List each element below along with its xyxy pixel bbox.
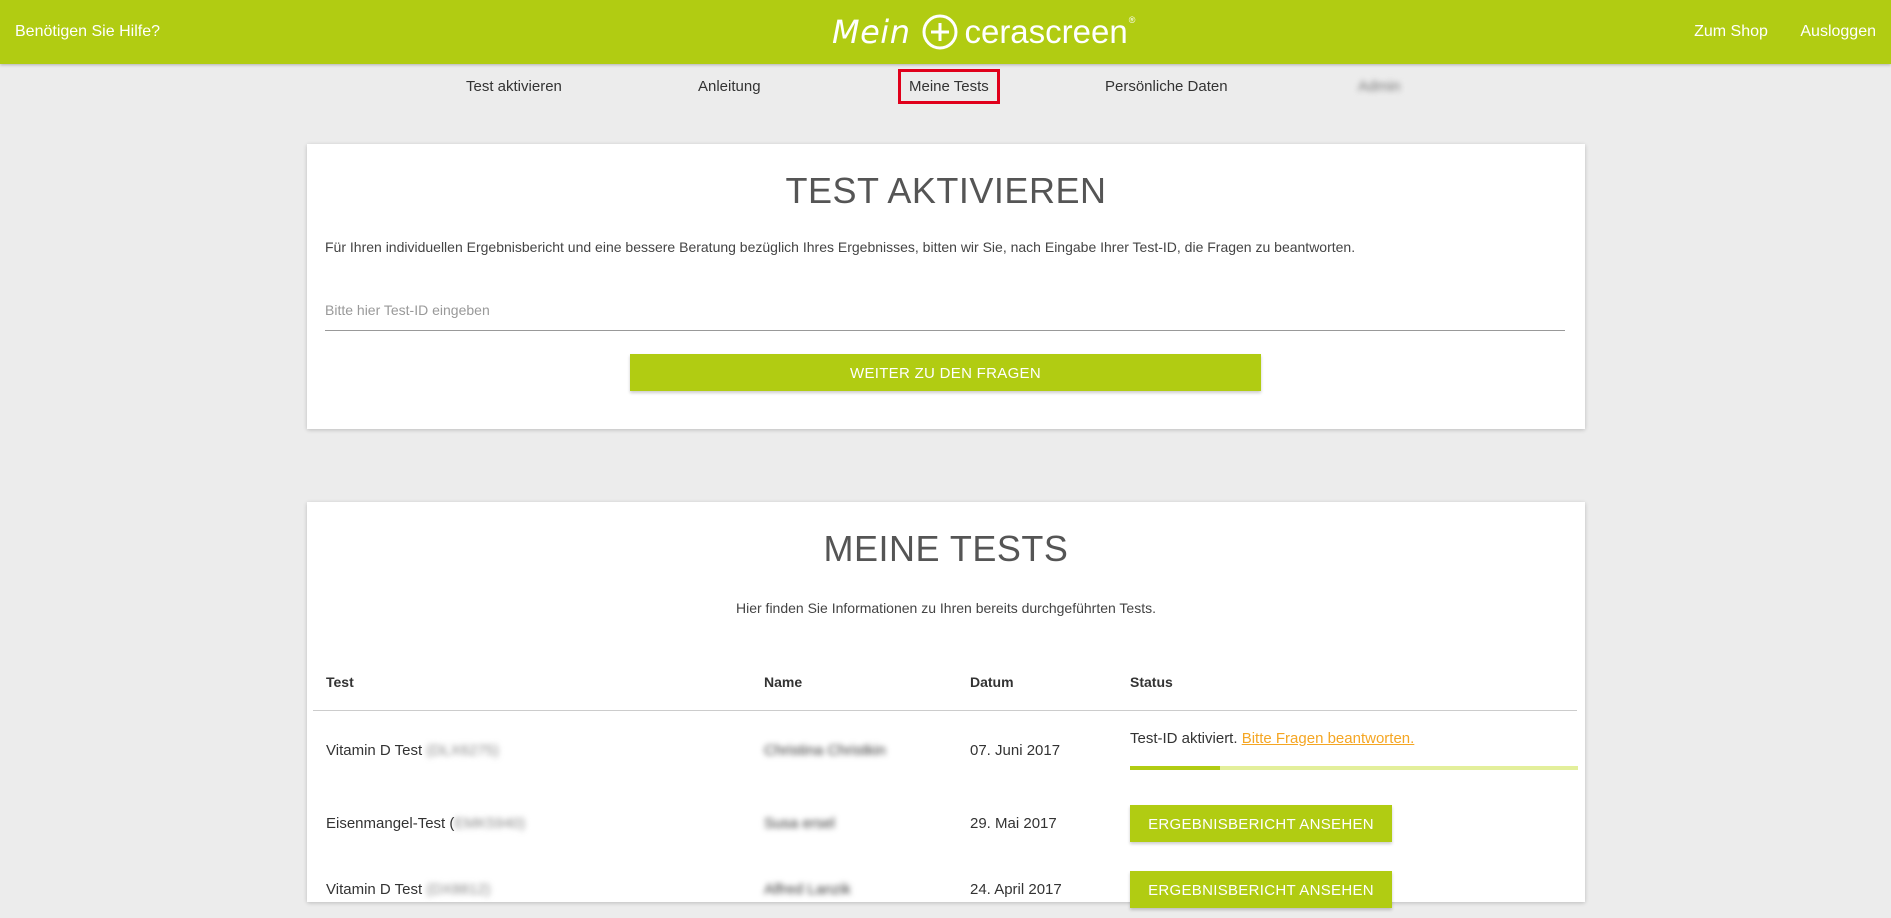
nav-admin[interactable]: Admin	[1358, 78, 1401, 95]
nav-test-aktivieren[interactable]: Test aktivieren	[466, 78, 562, 95]
column-header-datum: Datum	[970, 674, 1014, 690]
test-name-cell: Vitamin D Test (DLX6275)	[326, 742, 499, 759]
test-name: Vitamin D Test	[326, 742, 423, 759]
column-header-status: Status	[1130, 674, 1173, 690]
test-id-blurred: (DLX6275)	[426, 742, 499, 759]
column-header-test: Test	[326, 674, 354, 690]
status-activated-text: Test-ID aktiviert.	[1130, 730, 1238, 747]
person-name-blurred: Alfred Lanzik	[764, 881, 851, 898]
nav-persoenliche-daten[interactable]: Persönliche Daten	[1105, 78, 1228, 95]
table-row: Eisenmangel-Test (EMK5940) Susa ersel 29…	[313, 786, 1577, 852]
test-activate-title: TEST AKTIVIEREN	[785, 170, 1107, 211]
test-date: 24. April 2017	[970, 881, 1062, 898]
view-report-button[interactable]: ERGEBNISBERICHT ANSEHEN	[1130, 871, 1392, 908]
test-name-cell: Vitamin D Test (DX8812)	[326, 881, 491, 898]
my-tests-subtitle: Hier finden Sie Informationen zu Ihren b…	[736, 600, 1156, 616]
test-date: 29. Mai 2017	[970, 815, 1057, 832]
test-activate-card: TEST AKTIVIEREN Für Ihren individuellen …	[307, 144, 1585, 429]
zum-shop-link[interactable]: Zum Shop	[1694, 23, 1768, 40]
tests-table-header: Test Name Datum Status	[313, 674, 1577, 711]
column-header-name: Name	[764, 674, 803, 690]
my-tests-title: MEINE TESTS	[823, 528, 1069, 569]
table-row: Vitamin D Test (DLX6275) Christina Chris…	[313, 720, 1578, 786]
nav-anleitung[interactable]: Anleitung	[698, 78, 761, 95]
questions-progress-fill	[1130, 766, 1220, 770]
logo[interactable]: Mein cerascreen ®	[832, 10, 1135, 54]
logo-mein-text: Mein	[832, 13, 911, 51]
top-bar: Benötigen Sie Hilfe? Mein cerascreen ® Z…	[0, 0, 1891, 64]
test-date: 07. Juni 2017	[970, 742, 1061, 759]
test-id-blurred: (DX8812)	[426, 881, 491, 898]
status-text: Test-ID aktiviert. Bitte Fragen beantwor…	[1130, 730, 1414, 747]
logo-brand-text: cerascreen	[964, 13, 1128, 50]
person-name-blurred: Susa ersel	[764, 815, 835, 832]
answer-questions-link[interactable]: Bitte Fragen beantworten.	[1242, 730, 1415, 747]
logo-plus-icon	[922, 14, 958, 50]
test-name: Eisenmangel-Test (	[326, 815, 455, 832]
help-link[interactable]: Benötigen Sie Hilfe?	[15, 23, 160, 41]
nav-meine-tests[interactable]: Meine Tests	[898, 69, 1000, 104]
questions-progress-bar	[1130, 766, 1578, 770]
logo-registered-mark: ®	[1128, 15, 1136, 25]
person-name-blurred: Christina Christkin	[764, 742, 886, 759]
view-report-button[interactable]: ERGEBNISBERICHT ANSEHEN	[1130, 805, 1392, 842]
test-activate-description: Für Ihren individuellen Ergebnisbericht …	[325, 239, 1356, 255]
test-name: Vitamin D Test	[326, 881, 423, 898]
test-id-blurred: EMK5940)	[454, 815, 526, 832]
header-right-links: Zum Shop Ausloggen	[1666, 23, 1876, 41]
continue-to-questions-button[interactable]: WEITER ZU DEN FRAGEN	[630, 354, 1261, 391]
my-tests-card: MEINE TESTS Hier finden Sie Informatione…	[307, 502, 1585, 908]
test-name-cell: Eisenmangel-Test (EMK5940)	[326, 815, 525, 832]
test-id-input[interactable]	[325, 290, 1565, 331]
sub-navigation: Test aktivieren Anleitung Meine Tests Pe…	[0, 64, 1891, 114]
table-row: Vitamin D Test (DX8812) Alfred Lanzik 24…	[313, 852, 1577, 918]
ausloggen-link[interactable]: Ausloggen	[1800, 23, 1876, 40]
